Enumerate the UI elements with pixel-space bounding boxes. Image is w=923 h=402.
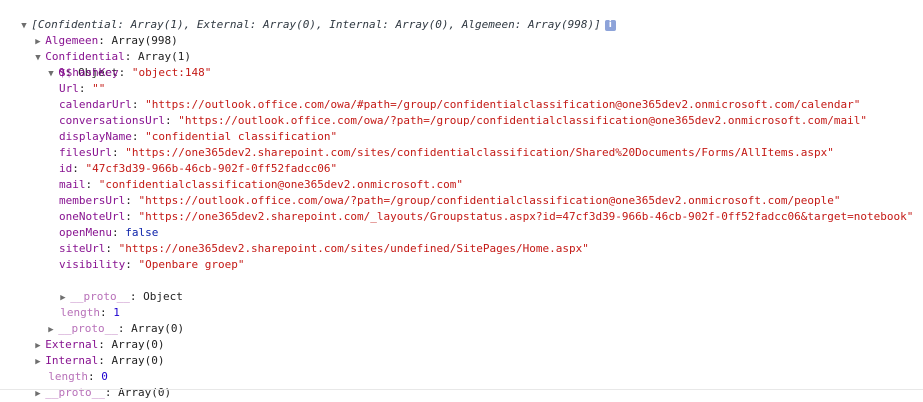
property-key: $$hashKey bbox=[59, 66, 119, 79]
object-property-row: visibility: "Openbare groep" bbox=[59, 258, 245, 271]
property-key: id bbox=[59, 162, 73, 175]
console-summary-row[interactable]: ▼ [Confidential: Array(1), External: Arra… bbox=[8, 1, 616, 31]
property-value: "https://outlook.office.com/owa/?path=/g… bbox=[138, 194, 841, 207]
property-value: Array(0) bbox=[111, 354, 165, 367]
object-property-row: displayName: "confidential classificatio… bbox=[59, 130, 338, 143]
property-key: displayName bbox=[59, 130, 132, 143]
property-key: mail bbox=[59, 178, 86, 191]
object-property-row: conversationsUrl: "https://outlook.offic… bbox=[59, 114, 867, 127]
property-key: siteUrl bbox=[59, 242, 106, 255]
property-key: __proto__ bbox=[45, 386, 105, 399]
property-value: "confidential classification" bbox=[145, 130, 338, 143]
object-property-row: id: "47cf3d39-966b-46cb-902f-0ff52fadcc0… bbox=[59, 162, 338, 175]
property-value: "Openbare groep" bbox=[138, 258, 245, 271]
property-key: membersUrl bbox=[59, 194, 126, 207]
property-value: "47cf3d39-966b-46cb-902f-0ff52fadcc06" bbox=[85, 162, 338, 175]
object-property-row: $$hashKey: "object:148" bbox=[59, 66, 212, 79]
object-property-row: membersUrl: "https://outlook.office.com/… bbox=[59, 194, 841, 207]
property-value: Object bbox=[143, 290, 183, 303]
property-value: Array(0) bbox=[118, 386, 172, 399]
object-property-row: openMenu: false bbox=[59, 226, 159, 239]
tree-row-root-length: length: 0 bbox=[48, 370, 108, 383]
object-property-row: oneNoteUrl: "https://one365dev2.sharepoi… bbox=[59, 210, 914, 223]
property-value: "https://outlook.office.com/owa/#path=/g… bbox=[145, 98, 861, 111]
property-value: "https://one365dev2.sharepoint.com/sites… bbox=[118, 242, 589, 255]
property-value: "https://one365dev2.sharepoint.com/sites… bbox=[125, 146, 834, 159]
property-value: "https://one365dev2.sharepoint.com/_layo… bbox=[138, 210, 914, 223]
tree-row-confidential[interactable]: ▼ Confidential: Array(1) bbox=[22, 33, 191, 63]
tree-row-algemeen[interactable]: ▶ Algemeen: Array(998) bbox=[22, 17, 177, 47]
tree-row-length: length: 1 bbox=[60, 306, 120, 319]
property-key: oneNoteUrl bbox=[59, 210, 126, 223]
property-value: "confidentialclassification@one365dev2.o… bbox=[98, 178, 463, 191]
property-value: false bbox=[125, 226, 159, 239]
property-key: Url bbox=[59, 82, 79, 95]
property-key: calendarUrl bbox=[59, 98, 132, 111]
tree-row-proto-object[interactable]: ▶ __proto__: Object bbox=[47, 273, 183, 303]
property-key: openMenu bbox=[59, 226, 112, 239]
object-property-row: siteUrl: "https://one365dev2.sharepoint.… bbox=[59, 242, 589, 255]
object-property-row: filesUrl: "https://one365dev2.sharepoint… bbox=[59, 146, 834, 159]
property-value: "https://outlook.office.com/owa/?path=/g… bbox=[178, 114, 867, 127]
tree-row-root-proto[interactable]: ▶ __proto__: Array(0) bbox=[22, 369, 171, 399]
object-property-row: Url: "" bbox=[59, 82, 106, 95]
tree-row-item-0[interactable]: ▼ 0: Object bbox=[35, 49, 118, 79]
property-key: visibility bbox=[59, 258, 126, 271]
property-value: Array(1) bbox=[137, 50, 191, 63]
expand-arrow-icon[interactable]: ▼ bbox=[48, 66, 58, 82]
object-property-row: calendarUrl: "https://outlook.office.com… bbox=[59, 98, 861, 111]
property-value: "object:148" bbox=[131, 66, 212, 79]
property-key: filesUrl bbox=[59, 146, 112, 159]
property-value: "" bbox=[92, 82, 106, 95]
tree-row-external[interactable]: ▶ External: Array(0) bbox=[22, 321, 164, 351]
property-key: conversationsUrl bbox=[59, 114, 165, 127]
tree-row-internal[interactable]: ▶ Internal: Array(0) bbox=[22, 337, 164, 367]
object-property-row: mail: "confidentialclassification@one365… bbox=[59, 178, 463, 191]
tree-row-proto-array[interactable]: ▶ __proto__: Array(0) bbox=[35, 305, 184, 335]
info-icon[interactable]: i bbox=[604, 19, 616, 31]
